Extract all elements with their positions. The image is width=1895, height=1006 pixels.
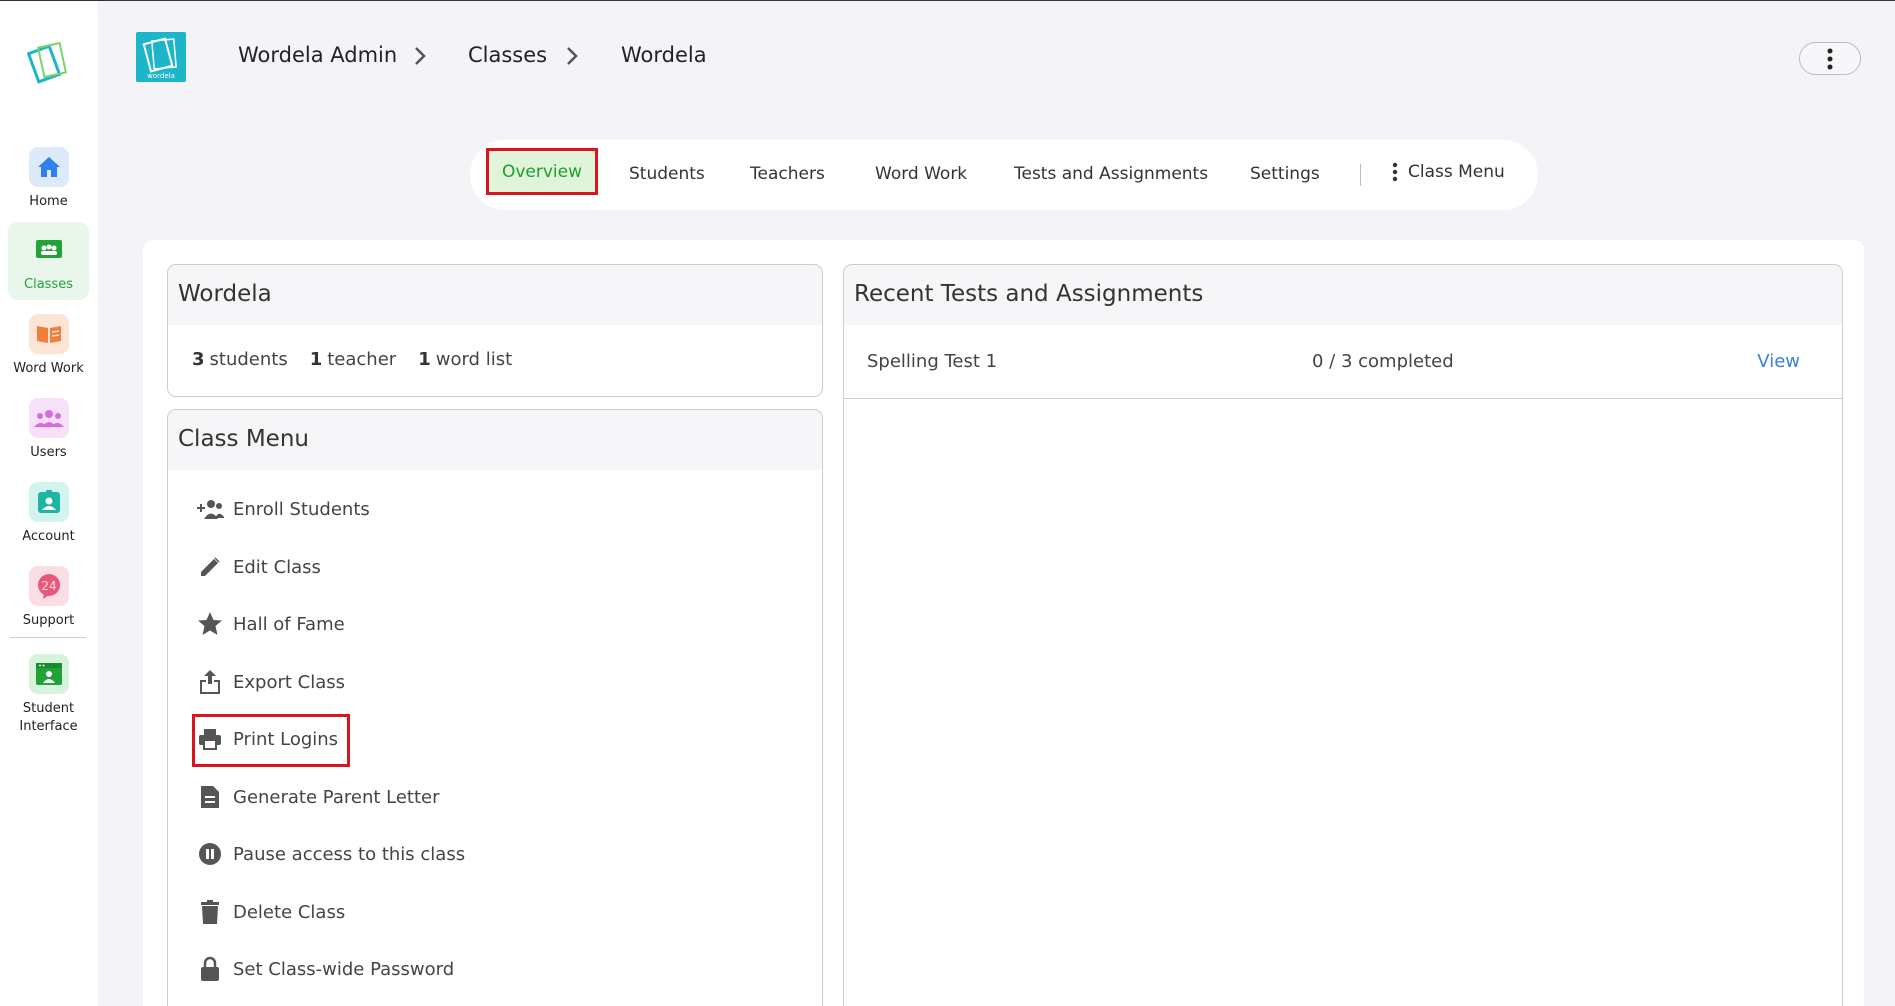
sidebar-item-support[interactable]: 24 Support [8,558,89,636]
sidebar-item-users[interactable]: Users [8,390,89,468]
tab-word-work[interactable]: Word Work [875,164,967,184]
menu-item-label: Set Class-wide Password [233,958,455,980]
menu-item-label: Edit Class [233,556,321,578]
menu-delete-class[interactable]: Delete Class [196,897,345,927]
sidebar-item-word-work[interactable]: Word Work [8,306,89,384]
home-icon [28,147,69,187]
account-icon [28,482,69,522]
menu-item-label: Enroll Students [233,498,370,520]
sidebar-item-label: Support [22,613,75,628]
menu-export-class[interactable]: Export Class [196,667,345,697]
sidebar-item-label: Student Interface [19,701,78,734]
highlight-box [192,714,350,767]
menu-enroll-students[interactable]: Enroll Students [196,494,370,524]
support-icon: 24 [28,566,69,606]
sidebar-item-label: Classes [24,277,73,292]
tab-tests-and-assignments[interactable]: Tests and Assignments [1014,164,1208,184]
sidebar: Home Classes Word Work Users Account 24 … [0,1,98,1006]
sidebar-item-home[interactable]: Home [8,139,89,217]
class-menu-card: Class Menu Enroll Students Edit Class Ha… [167,409,823,1006]
chevron-right-icon [413,45,427,71]
users-icon [28,398,69,438]
breadcrumb-item-classes[interactable]: Classes [468,43,547,67]
recent-tests-card: Recent Tests and Assignments Spelling Te… [843,264,1843,1006]
export-icon [196,668,224,696]
menu-generate-parent-letter[interactable]: Generate Parent Letter [196,782,440,812]
sidebar-item-label: Users [30,445,67,460]
book-icon [28,314,69,354]
menu-item-label: Pause access to this class [233,843,466,865]
menu-set-password[interactable]: Set Class-wide Password [196,954,454,984]
menu-hall-of-fame[interactable]: Hall of Fame [196,609,345,639]
table-row: Spelling Test 1 0 / 3 completed View [844,325,1842,399]
sidebar-item-label: Word Work [13,361,84,376]
tab-overview[interactable]: Overview [486,148,598,195]
tab-divider [1360,164,1361,186]
sidebar-item-account[interactable]: Account [8,474,89,552]
brand-logo-text: wordela [147,72,175,80]
sidebar-divider [10,637,86,638]
main-panel: Wordela 3 students 1 teacher 1 word list Cl… [143,240,1864,1006]
sidebar-item-label: Account [22,529,75,544]
tab-settings[interactable]: Settings [1250,164,1320,184]
menu-item-label: Delete Class [233,901,346,923]
test-name: Spelling Test 1 [867,351,998,372]
tab-class-menu[interactable]: Class Menu [1392,162,1505,182]
sidebar-item-student-interface[interactable]: Student Interface [8,646,89,736]
pencil-icon [196,553,224,581]
tab-class-menu-label: Class Menu [1408,162,1505,182]
stat-students: 3 students [192,349,288,370]
class-stats: 3 students 1 teacher 1 word list [168,325,822,370]
brand-logo[interactable]: wordela [136,32,186,82]
stat-word-lists: 1 word list [418,349,513,370]
tab-teachers[interactable]: Teachers [750,164,825,184]
menu-item-label: Export Class [233,671,345,693]
lock-icon [196,955,224,983]
student-interface-icon [28,654,69,694]
recent-title: Recent Tests and Assignments [844,265,1842,325]
menu-pause-access[interactable]: Pause access to this class [196,839,465,869]
class-tabs: Overview Students Teachers Word Work Tes… [470,140,1538,210]
enroll-users-icon [196,495,224,523]
breadcrumb-item-admin[interactable]: Wordela Admin [238,43,397,67]
menu-item-label: Generate Parent Letter [233,786,440,808]
view-link[interactable]: View [1757,351,1800,372]
app-logo-icon[interactable] [26,41,69,87]
breadcrumb-item-current: Wordela [621,43,707,67]
star-icon [196,610,224,638]
pause-icon [196,840,224,868]
document-icon [196,783,224,811]
classes-icon [28,230,69,270]
class-summary-card: Wordela 3 students 1 teacher 1 word list [167,264,823,397]
menu-item-label: Hall of Fame [233,613,345,635]
class-title: Wordela [168,265,822,325]
more-options-button[interactable] [1799,42,1861,75]
test-status: 0 / 3 completed [1312,351,1454,372]
svg-text:24: 24 [41,579,56,593]
stat-teachers: 1 teacher [309,349,397,370]
trash-icon [196,898,224,926]
tab-students[interactable]: Students [629,164,705,184]
class-menu-title: Class Menu [168,410,822,470]
sidebar-item-classes[interactable]: Classes [8,222,89,300]
sidebar-item-label: Home [29,194,68,209]
menu-edit-class[interactable]: Edit Class [196,552,321,582]
chevron-right-icon [565,45,579,71]
kebab-icon [1392,162,1398,182]
kebab-icon [1827,48,1833,69]
